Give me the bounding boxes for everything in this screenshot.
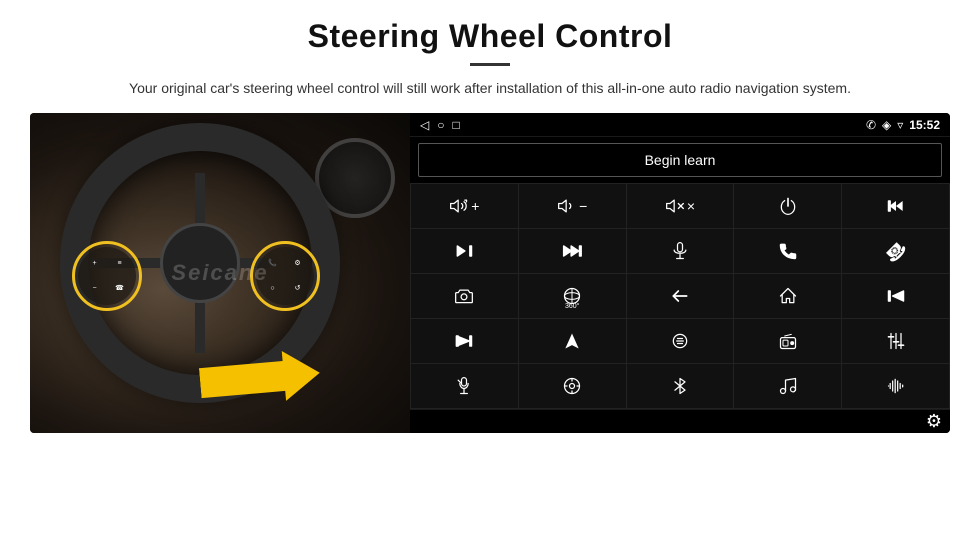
equalizer-button[interactable]: [627, 319, 734, 363]
view-360-button[interactable]: 360°: [519, 274, 626, 318]
mic2-button[interactable]: [411, 364, 518, 408]
gear-row: ⚙: [410, 409, 950, 433]
navigation-button[interactable]: [519, 319, 626, 363]
fast-fwd-button[interactable]: [519, 229, 626, 273]
cluster-circle: ○: [270, 285, 274, 292]
gear-settings-button[interactable]: ⚙: [926, 411, 942, 432]
360-label: 360°: [565, 303, 579, 310]
arrow-shape: [198, 348, 322, 408]
skip-fwd-icon: [454, 241, 474, 261]
phone-answer-icon: [778, 241, 798, 261]
sliders-button[interactable]: [842, 319, 949, 363]
music-button[interactable]: [734, 364, 841, 408]
mute-icon: [665, 196, 685, 216]
mute-x: ×: [687, 198, 695, 214]
skip-end-button[interactable]: [411, 319, 518, 363]
cluster-arrows: ↺: [295, 285, 301, 292]
steering-bg: + ≡ − ☎ 📞 ⚙ ○ ↺ Seicane: [30, 113, 410, 433]
android-screen: ◁ ○ □ ✆ ◈ ▿ 15:52 Begin learn: [410, 113, 950, 433]
back-icon: [670, 286, 690, 306]
vol-down-icon: [557, 196, 577, 216]
seicane-watermark: Seicane: [171, 260, 268, 286]
radio-icon: [778, 331, 798, 351]
vol-up-button[interactable]: +: [411, 184, 518, 228]
home-button[interactable]: [734, 274, 841, 318]
prev-track-button[interactable]: [842, 184, 949, 228]
back-button[interactable]: [627, 274, 734, 318]
music-icon: [778, 376, 798, 396]
power-button[interactable]: [734, 184, 841, 228]
begin-learn-button[interactable]: Begin learn: [418, 143, 942, 177]
arrow-overlay: [200, 353, 320, 403]
location-status-icon: ◈: [882, 118, 891, 132]
back-nav-icon[interactable]: ◁: [420, 118, 429, 132]
vol-up-plus: +: [471, 198, 479, 214]
fast-fwd-icon: [562, 241, 582, 261]
vol-up-icon: [449, 196, 469, 216]
title-divider: [470, 63, 510, 66]
mic2-icon: [454, 376, 474, 396]
skip-prev-icon: [886, 286, 906, 306]
mute-button[interactable]: ×: [627, 184, 734, 228]
wave-button[interactable]: [842, 364, 949, 408]
left-button-cluster-circle: + ≡ − ☎: [72, 241, 142, 311]
recents-nav-icon[interactable]: □: [452, 118, 459, 132]
cluster-settings-icon: ⚙: [294, 260, 300, 267]
steering-wheel-image: + ≡ − ☎ 📞 ⚙ ○ ↺ Seicane: [30, 113, 410, 433]
vol-down-minus: −: [579, 198, 587, 214]
time-display: 15:52: [909, 118, 940, 132]
settings-circle-icon: [562, 376, 582, 396]
cluster-phone-icon: 📞: [268, 260, 277, 267]
page-subtitle: Your original car's steering wheel contr…: [129, 78, 851, 99]
mic-button[interactable]: [627, 229, 734, 273]
cluster-call: ☎: [115, 285, 124, 292]
wave-icon: [886, 376, 906, 396]
page-title: Steering Wheel Control: [308, 18, 673, 55]
skip-end-icon: [454, 331, 474, 351]
cluster-minus: −: [92, 285, 96, 292]
bluetooth-button[interactable]: [627, 364, 734, 408]
phone-answer-button[interactable]: [734, 229, 841, 273]
status-bar: ◁ ○ □ ✆ ◈ ▿ 15:52: [410, 113, 950, 137]
page-container: Steering Wheel Control Your original car…: [0, 0, 980, 547]
skip-fwd-button[interactable]: [411, 229, 518, 273]
power-icon: [778, 196, 798, 216]
camera-icon: [454, 286, 474, 306]
controls-grid: + − ×: [410, 183, 950, 409]
navigation-icon: [562, 331, 582, 351]
wifi-status-icon: ▿: [897, 118, 903, 132]
vol-down-button[interactable]: −: [519, 184, 626, 228]
bluetooth-icon: [670, 376, 690, 396]
equalizer-icon: [670, 331, 690, 351]
camera-button[interactable]: [411, 274, 518, 318]
prev-track-icon: [886, 196, 906, 216]
sliders-icon: [886, 331, 906, 351]
status-bar-right: ✆ ◈ ▿ 15:52: [866, 118, 940, 132]
radio-button[interactable]: [734, 319, 841, 363]
hang-up-symbol: ☎: [880, 236, 911, 267]
skip-prev-button[interactable]: [842, 274, 949, 318]
phone-status-icon: ✆: [866, 118, 876, 132]
left-cluster-inner: + ≡ − ☎: [78, 247, 136, 305]
home-icon: [778, 286, 798, 306]
status-bar-left: ◁ ○ □: [420, 118, 460, 132]
hang-up-button[interactable]: ☎: [842, 229, 949, 273]
home-nav-icon[interactable]: ○: [437, 118, 444, 132]
content-row: + ≡ − ☎ 📞 ⚙ ○ ↺ Seicane: [30, 113, 950, 433]
begin-learn-row: Begin learn: [410, 137, 950, 183]
mic-icon: [670, 241, 690, 261]
cluster-plus: +: [92, 260, 96, 267]
cluster-mode: ≡: [117, 260, 121, 267]
settings-circle-button[interactable]: [519, 364, 626, 408]
